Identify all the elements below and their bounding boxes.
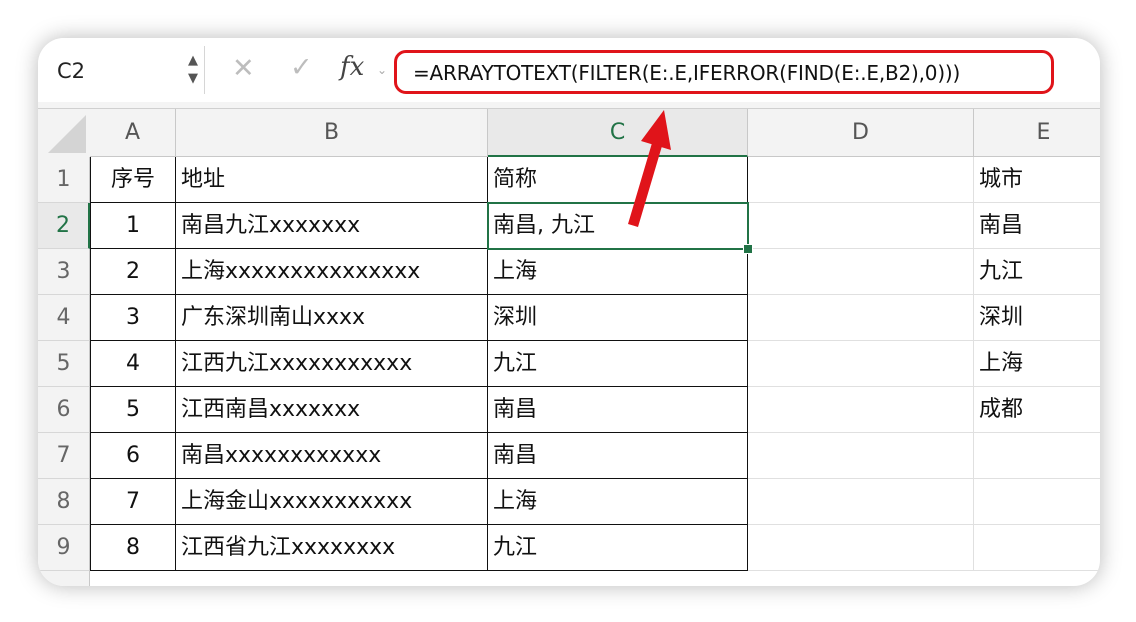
arrow-shaft [628,143,662,227]
annotation-arrow [628,110,671,227]
arrow-head [641,110,671,150]
